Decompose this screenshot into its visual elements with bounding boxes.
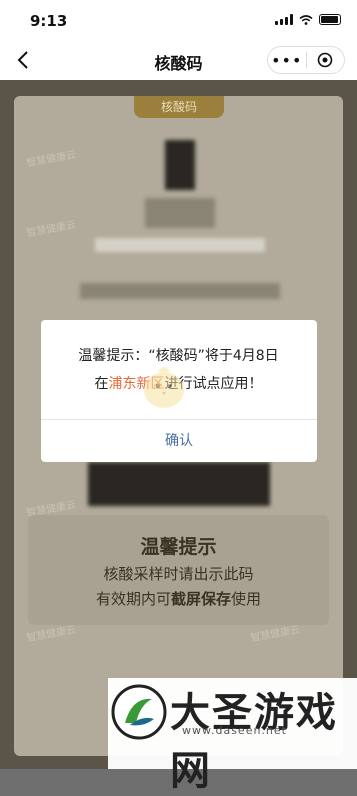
tips-line-2-suffix: 使用 [231,590,262,608]
name-pixelated [145,198,215,228]
chick-mascot-icon [144,367,184,408]
avatar-pixelated [165,140,195,190]
id-pixelated [95,238,265,252]
tips-line-2: 有效期内可截屏保存使用 [0,588,357,609]
close-mini-program-button[interactable] [307,52,345,68]
nav-bar: 核酸码 ••• [0,40,357,80]
status-icons [275,14,341,25]
more-menu-icon[interactable]: ••• [268,51,306,70]
tips-line-2-prefix: 有效期内可 [95,590,171,608]
mini-program-capsule: ••• [267,46,345,74]
signal-icon [275,14,293,25]
site-url: www.daseen.net [182,724,287,737]
tips-title: 温馨提示 [140,536,217,558]
site-name: 大圣游戏网 [170,690,338,794]
qr-code-pixelated [88,462,270,506]
status-bar: 9:13 [0,0,357,40]
wifi-icon [299,14,313,25]
target-icon [317,52,333,68]
confirm-button[interactable]: 确认 [41,420,317,462]
dialog-message-prefix: 在 [94,376,109,392]
status-time: 9:13 [30,12,68,30]
info-pixelated [80,283,280,299]
battery-icon [319,14,341,25]
tips-line-2-bold: 截屏保存 [170,590,231,608]
card-header: 核酸码 [134,96,224,118]
site-logo-icon [111,684,167,740]
tips-line-1: 核酸采样时请出示此码 [103,565,254,583]
